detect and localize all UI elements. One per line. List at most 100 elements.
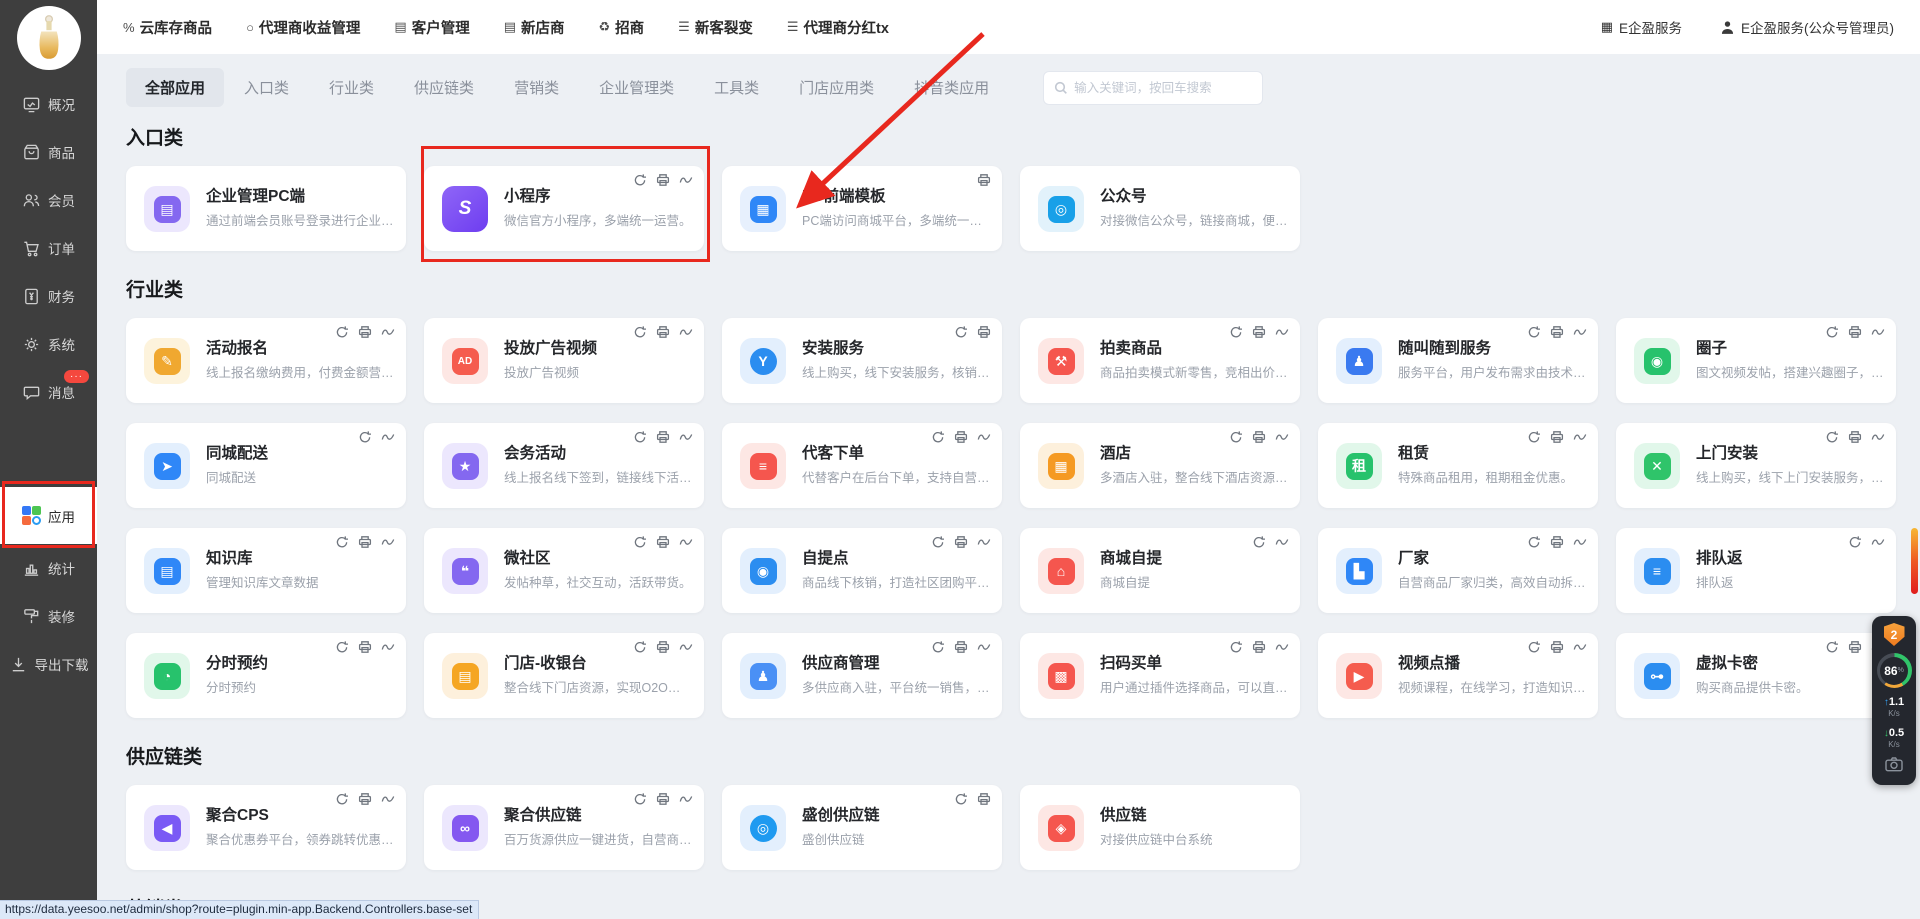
app-card[interactable]: ▤知识库管理知识库文章数据 <box>126 528 406 613</box>
link-icon[interactable] <box>1573 535 1587 549</box>
refresh-icon[interactable] <box>1825 430 1839 444</box>
refresh-icon[interactable] <box>335 325 349 339</box>
refresh-icon[interactable] <box>1229 430 1243 444</box>
app-card[interactable]: ❝微社区发帖种草，社交互动，活跃带货。 <box>424 528 704 613</box>
app-card[interactable]: ◉圈子图文视频发帖，搭建兴趣圈子，实... <box>1616 318 1896 403</box>
memory-gauge[interactable]: 86% <box>1877 653 1912 688</box>
printer-icon[interactable] <box>656 792 670 806</box>
link-icon[interactable] <box>381 325 395 339</box>
app-card[interactable]: ➤同城配送同城配送 <box>126 423 406 508</box>
link-icon[interactable] <box>1871 325 1885 339</box>
tab-2[interactable]: 行业类 <box>309 68 394 107</box>
link-icon[interactable] <box>679 640 693 654</box>
printer-icon[interactable] <box>977 173 991 187</box>
sidebar-item-finance[interactable]: 财务 <box>0 272 97 320</box>
sidebar-item-export[interactable]: 导出下载 <box>0 640 97 688</box>
link-icon[interactable] <box>381 430 395 444</box>
link-icon[interactable] <box>679 430 693 444</box>
app-card[interactable]: ▤企业管理PC端通过前端会员账号登录进行企业管理 <box>126 166 406 251</box>
refresh-icon[interactable] <box>633 535 647 549</box>
link-icon[interactable] <box>1275 430 1289 444</box>
app-card[interactable]: S小程序微信官方小程序，多端统一运营。 <box>424 166 704 251</box>
refresh-icon[interactable] <box>633 792 647 806</box>
app-card[interactable]: ◔分时预约分时预约 <box>126 633 406 718</box>
refresh-icon[interactable] <box>931 640 945 654</box>
link-icon[interactable] <box>679 325 693 339</box>
printer-icon[interactable] <box>358 325 372 339</box>
app-card[interactable]: ▩扫码买单用户通过插件选择商品，可以直接... <box>1020 633 1300 718</box>
link-icon[interactable] <box>977 640 991 654</box>
app-card[interactable]: ◉自提点商品线下核销，打造社区团购平台。 <box>722 528 1002 613</box>
printer-icon[interactable] <box>1252 430 1266 444</box>
link-icon[interactable] <box>1573 325 1587 339</box>
topbar-menu-0[interactable]: %云库存商品 <box>123 17 212 38</box>
app-card[interactable]: ∞聚合供应链百万货源供应一键进货，自营商品... <box>424 785 704 870</box>
store-logo-avatar[interactable] <box>17 6 81 70</box>
link-icon[interactable] <box>1275 325 1289 339</box>
printer-icon[interactable] <box>1550 640 1564 654</box>
refresh-icon[interactable] <box>1527 325 1541 339</box>
printer-icon[interactable] <box>656 640 670 654</box>
app-card[interactable]: ▦酒店多酒店入驻，整合线下酒店资源，... <box>1020 423 1300 508</box>
link-icon[interactable] <box>1275 535 1289 549</box>
sidebar-item-overview[interactable]: 概况 <box>0 80 97 128</box>
app-card[interactable]: ◎盛创供应链盛创供应链 <box>722 785 1002 870</box>
refresh-icon[interactable] <box>633 430 647 444</box>
link-icon[interactable] <box>679 792 693 806</box>
shield-badge-icon[interactable]: 2 <box>1884 623 1905 646</box>
link-icon[interactable] <box>381 792 395 806</box>
printer-icon[interactable] <box>1550 325 1564 339</box>
app-card[interactable]: ✎活动报名线上报名缴纳费用，付费金额营销... <box>126 318 406 403</box>
app-card[interactable]: ⚒拍卖商品商品拍卖模式新零售，竞相出价得... <box>1020 318 1300 403</box>
printer-icon[interactable] <box>1848 640 1862 654</box>
tab-0[interactable]: 全部应用 <box>126 68 224 107</box>
refresh-icon[interactable] <box>931 535 945 549</box>
app-card[interactable]: ◈供应链对接供应链中台系统 <box>1020 785 1300 870</box>
sidebar-item-decorate[interactable]: 装修 <box>0 592 97 640</box>
sidebar-item-member[interactable]: 会员 <box>0 176 97 224</box>
search-input[interactable] <box>1074 81 1252 95</box>
app-card[interactable]: 租租赁特殊商品租用，租期租金优惠。 <box>1318 423 1598 508</box>
link-icon[interactable] <box>679 173 693 187</box>
refresh-icon[interactable] <box>1229 640 1243 654</box>
printer-icon[interactable] <box>1252 640 1266 654</box>
app-card[interactable]: ◎公众号对接微信公众号，链接商城，便于... <box>1020 166 1300 251</box>
app-card[interactable]: ▶视频点播视频课程，在线学习，打造知识付... <box>1318 633 1598 718</box>
printer-icon[interactable] <box>954 535 968 549</box>
printer-icon[interactable] <box>1550 430 1564 444</box>
tab-5[interactable]: 企业管理类 <box>579 68 694 107</box>
printer-icon[interactable] <box>358 792 372 806</box>
printer-icon[interactable] <box>1848 430 1862 444</box>
tab-4[interactable]: 营销类 <box>494 68 579 107</box>
sidebar-item-apps[interactable]: 应用 <box>0 487 97 544</box>
refresh-icon[interactable] <box>335 640 349 654</box>
topbar-menu-1[interactable]: ○代理商收益管理 <box>246 17 360 38</box>
refresh-icon[interactable] <box>931 430 945 444</box>
app-card[interactable]: ▙厂家自营商品厂家归类，高效自动拆单。 <box>1318 528 1598 613</box>
tab-3[interactable]: 供应链类 <box>394 68 494 107</box>
printer-icon[interactable] <box>656 430 670 444</box>
refresh-icon[interactable] <box>633 325 647 339</box>
tab-7[interactable]: 门店应用类 <box>779 68 894 107</box>
printer-icon[interactable] <box>656 173 670 187</box>
sidebar-item-message[interactable]: 消息··· <box>0 368 97 416</box>
link-icon[interactable] <box>1275 640 1289 654</box>
printer-icon[interactable] <box>1252 325 1266 339</box>
sidebar-item-goods[interactable]: 商品 <box>0 128 97 176</box>
app-card[interactable]: AD投放广告视频投放广告视频 <box>424 318 704 403</box>
screenshot-camera-icon[interactable] <box>1885 757 1903 777</box>
tab-1[interactable]: 入口类 <box>224 68 309 107</box>
sidebar-item-order[interactable]: 订单 <box>0 224 97 272</box>
printer-icon[interactable] <box>977 792 991 806</box>
app-card[interactable]: ♟供应商管理多供应商入驻，平台统一销售，商... <box>722 633 1002 718</box>
printer-icon[interactable] <box>1848 325 1862 339</box>
refresh-icon[interactable] <box>358 430 372 444</box>
printer-icon[interactable] <box>954 640 968 654</box>
workspace-switcher[interactable]: ▦E企盈服务 <box>1601 17 1682 37</box>
printer-icon[interactable] <box>358 535 372 549</box>
refresh-icon[interactable] <box>1527 640 1541 654</box>
app-card[interactable]: ⊶虚拟卡密购买商品提供卡密。 <box>1616 633 1896 718</box>
link-icon[interactable] <box>1573 640 1587 654</box>
app-card[interactable]: ★会务活动线上报名线下签到，链接线下活动。 <box>424 423 704 508</box>
tab-8[interactable]: 抖音类应用 <box>894 68 1009 107</box>
